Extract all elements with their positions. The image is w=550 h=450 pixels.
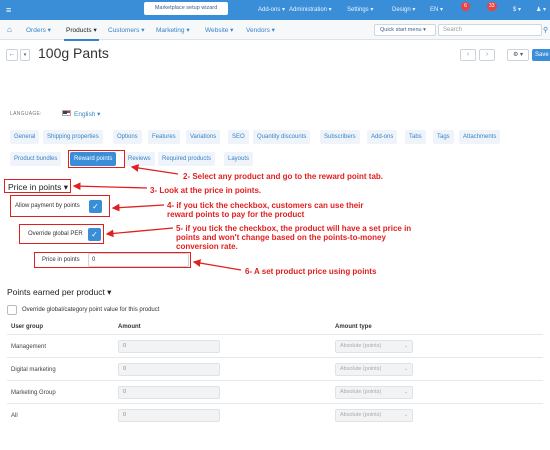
row-group-label: All [11,413,18,419]
row-group-label: Management [11,344,47,350]
row-group-label: Marketing Group [11,390,56,396]
row-amount-type-value: Absolute (points) [340,366,382,372]
column-user-group: User group [11,324,44,330]
row-amount-type-select[interactable]: Absolute (points) ⌄ [335,386,413,399]
row-amount-type-select[interactable]: Absolute (points) ⌄ [335,409,413,422]
row-amount-type-value: Absolute (points) [340,389,382,395]
row-amount-type-value: Absolute (points) [340,412,382,418]
table-header-divider [7,334,543,335]
override-global-value-label: Override global/category point value for… [22,307,160,313]
arrow-4 [111,203,165,212]
row-amount-input[interactable]: 0 [118,409,220,422]
row-amount-input[interactable]: 0 [118,363,220,376]
row-amount-type-select[interactable]: Absolute (points) ⌄ [335,363,413,376]
arrow-5 [105,227,174,238]
chevron-down-icon: ⌄ [403,366,408,372]
column-amount-type: Amount type [335,324,372,330]
points-earned-heading[interactable]: Points earned per product ▾ [7,287,111,298]
row-amount-input[interactable]: 0 [118,340,220,353]
row-group-label: Digital marketing [11,367,56,373]
arrow-2 [130,164,179,175]
chevron-down-icon: ⌄ [403,343,408,349]
override-global-value-checkbox[interactable] [7,305,17,315]
row-divider [7,403,543,404]
row-amount-type-value: Absolute (points) [340,343,382,349]
row-amount-type-select[interactable]: Absolute (points) ⌄ [335,340,413,353]
row-divider [7,380,543,381]
chevron-down-icon: ⌄ [403,412,408,418]
arrow-3 [72,182,148,191]
chevron-down-icon: ⌄ [403,389,408,395]
row-divider [7,357,543,358]
arrow-6 [192,259,242,271]
column-amount: Amount [118,324,141,330]
annotation-arrows [72,164,242,271]
row-amount-input[interactable]: 0 [118,386,220,399]
